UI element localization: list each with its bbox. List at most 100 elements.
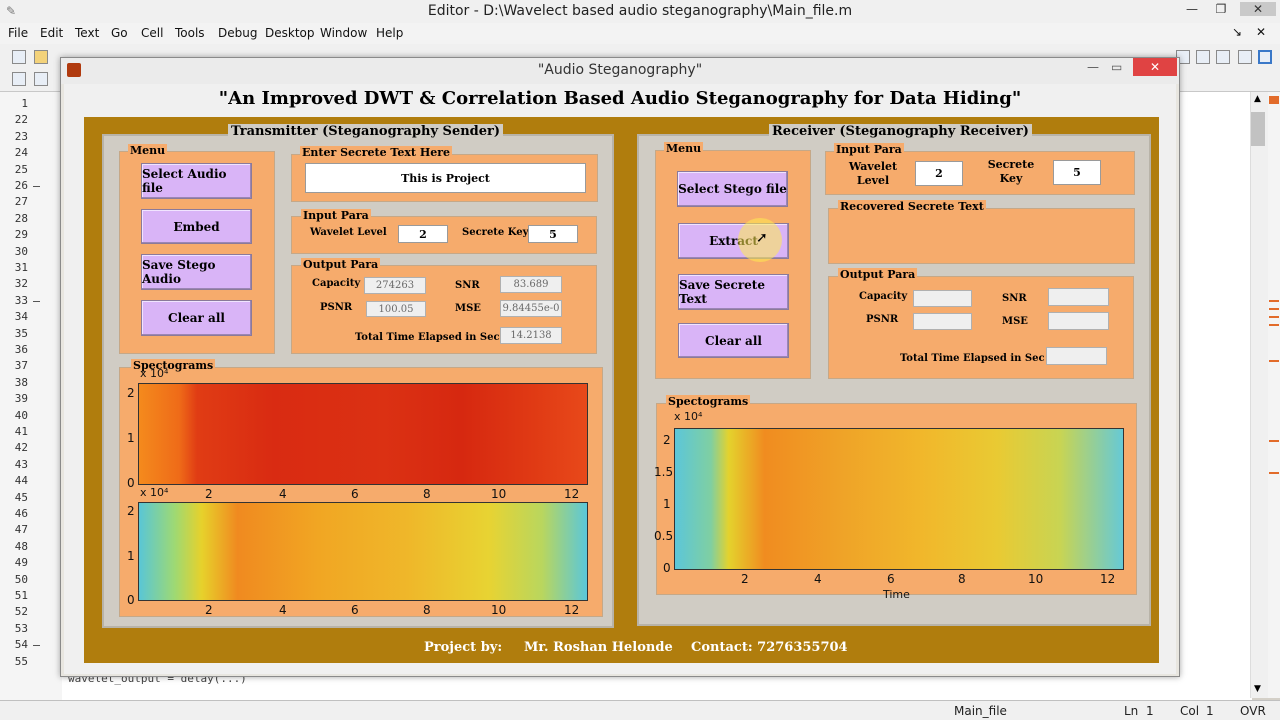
breakpoint-dash[interactable] bbox=[33, 186, 40, 187]
line-number: 29 bbox=[14, 228, 28, 242]
tx-key-label: Secrete Key bbox=[462, 227, 529, 238]
figure-footer: Project by: Mr. Roshan Helonde Contact: … bbox=[84, 640, 1159, 658]
figure-title: "Audio Steganography" bbox=[537, 62, 703, 78]
rx-spec-ytick: 1.5 bbox=[654, 465, 674, 479]
indent-icon[interactable] bbox=[12, 72, 26, 86]
analyzer-warning-marker[interactable] bbox=[1269, 472, 1279, 474]
menu-desktop[interactable]: Desktop bbox=[265, 26, 315, 40]
status-ln-label: Ln bbox=[1124, 704, 1139, 718]
menu-help[interactable]: Help bbox=[376, 26, 403, 40]
analyzer-warning-marker[interactable] bbox=[1269, 360, 1279, 362]
transmitter-title: Transmitter (Steganography Sender) bbox=[228, 124, 504, 139]
open-file-icon[interactable] bbox=[34, 50, 48, 64]
rx-wavelet-input[interactable]: 2 bbox=[915, 161, 963, 186]
rx-clear-all-button[interactable]: Clear all bbox=[678, 323, 789, 358]
minimize-icon[interactable]: — bbox=[1180, 2, 1204, 16]
select-stego-file-button[interactable]: Select Stego file bbox=[677, 171, 788, 207]
editor-title: Editor - D:\Wavelect based audio stegano… bbox=[427, 3, 853, 19]
tx-spec1-xtick: 10 bbox=[491, 487, 507, 501]
line-number: 46 bbox=[14, 507, 28, 520]
scroll-up-icon[interactable]: ▲ bbox=[1254, 94, 1261, 104]
select-audio-file-button[interactable]: Select Audio file bbox=[141, 163, 252, 199]
menu-window[interactable]: Window bbox=[320, 26, 367, 40]
mouse-pointer-icon: ➚ bbox=[756, 230, 768, 246]
rx-mse-value bbox=[1048, 312, 1109, 330]
tx-spec2-exponent: x 10⁴ bbox=[140, 486, 169, 499]
split-horizontal-icon[interactable] bbox=[1216, 50, 1230, 64]
tx-output-para-title: Output Para bbox=[301, 258, 381, 271]
line-number: 23 bbox=[14, 129, 28, 143]
analyzer-status-icon[interactable] bbox=[1269, 96, 1279, 104]
rx-output-para-title: Output Para bbox=[838, 268, 918, 281]
figure-close-button[interactable]: ✕ bbox=[1133, 58, 1177, 76]
tx-wavelet-input[interactable]: 2 bbox=[398, 225, 448, 243]
line-number: 32 bbox=[14, 277, 28, 291]
vertical-scrollbar[interactable] bbox=[1250, 92, 1268, 698]
menu-file[interactable]: File bbox=[8, 26, 28, 40]
menu-go[interactable]: Go bbox=[111, 26, 128, 40]
new-file-icon[interactable] bbox=[12, 50, 26, 64]
embed-button[interactable]: Embed bbox=[141, 209, 252, 244]
line-number: 31 bbox=[14, 261, 28, 274]
save-secrete-text-button[interactable]: Save Secrete Text bbox=[678, 274, 789, 310]
rx-spectrogram-title: Spectograms bbox=[666, 395, 751, 408]
line-number: 39 bbox=[14, 392, 28, 406]
figure-maximize-icon[interactable]: ▭ bbox=[1111, 60, 1122, 74]
rx-snr-value bbox=[1048, 288, 1109, 306]
rx-time-value bbox=[1046, 347, 1107, 365]
tx-spec2-xtick: 6 bbox=[351, 603, 359, 617]
maximize-doc-icon[interactable] bbox=[1258, 50, 1272, 64]
menu-text[interactable]: Text bbox=[75, 26, 99, 40]
rx-key-input[interactable]: 5 bbox=[1053, 160, 1101, 185]
rx-spec-ytick: 0.5 bbox=[654, 529, 674, 543]
figure-minimize-icon[interactable]: — bbox=[1087, 60, 1099, 74]
line-number: 26 bbox=[14, 179, 28, 192]
split-vertical-icon[interactable] bbox=[1196, 50, 1210, 64]
tx-spec2-xtick: 12 bbox=[564, 603, 580, 617]
rx-mse-label: MSE bbox=[1002, 316, 1028, 327]
analyzer-marker-bar bbox=[1268, 92, 1280, 698]
analyzer-warning-marker[interactable] bbox=[1269, 440, 1279, 442]
tx-spec2-xtick: 10 bbox=[491, 603, 507, 617]
line-number: 40 bbox=[14, 408, 28, 422]
breakpoint-dash[interactable] bbox=[33, 645, 40, 647]
undock-icon[interactable]: ↘ bbox=[1232, 25, 1242, 39]
rx-input-para-title: Input Para bbox=[834, 143, 904, 156]
recovered-text-output bbox=[834, 218, 1128, 258]
line-number: 27 bbox=[14, 195, 28, 209]
comment-icon[interactable] bbox=[34, 72, 48, 86]
float-icon[interactable] bbox=[1238, 50, 1252, 64]
menu-cell[interactable]: Cell bbox=[141, 26, 163, 40]
tx-wavelet-label: Wavelet Level bbox=[310, 227, 387, 238]
analyzer-warning-marker[interactable] bbox=[1269, 308, 1279, 310]
tx-input-para-title: Input Para bbox=[301, 209, 371, 222]
secret-text-input[interactable]: This is Project bbox=[305, 163, 586, 193]
extract-button[interactable]: Extract bbox=[678, 223, 789, 259]
analyzer-warning-marker[interactable] bbox=[1269, 324, 1279, 326]
tx-spec1-xtick: 2 bbox=[205, 487, 213, 501]
line-number: 28 bbox=[14, 211, 28, 225]
maximize-icon[interactable]: ❐ bbox=[1209, 2, 1233, 16]
analyzer-warning-marker[interactable] bbox=[1269, 300, 1279, 302]
tx-key-input[interactable]: 5 bbox=[528, 225, 578, 243]
tx-spec2-xtick: 8 bbox=[423, 603, 431, 617]
recovered-text-title: Recovered Secrete Text bbox=[838, 200, 986, 213]
analyzer-warning-marker[interactable] bbox=[1269, 316, 1279, 318]
rx-spec-xtick: 8 bbox=[958, 572, 966, 586]
rx-spec-ytick: 0 bbox=[663, 561, 671, 575]
scroll-down-icon[interactable]: ▼ bbox=[1254, 684, 1261, 694]
menu-tools[interactable]: Tools bbox=[175, 26, 205, 40]
line-number: 25 bbox=[14, 162, 28, 176]
tx-mse-value: 9.84455e-0 bbox=[500, 300, 562, 317]
status-filename: Main_file bbox=[954, 704, 1007, 718]
tx-clear-all-button[interactable]: Clear all bbox=[141, 300, 252, 336]
rx-spec-xtick: 10 bbox=[1028, 572, 1044, 586]
menu-edit[interactable]: Edit bbox=[40, 26, 63, 40]
save-stego-audio-button[interactable]: Save Stego Audio bbox=[141, 254, 252, 290]
close-icon[interactable]: ✕ bbox=[1240, 2, 1276, 16]
breakpoint-dash[interactable] bbox=[33, 300, 40, 302]
menu-debug[interactable]: Debug bbox=[218, 26, 257, 40]
scrollbar-thumb[interactable] bbox=[1251, 112, 1265, 146]
close-doc-icon[interactable]: ✕ bbox=[1256, 25, 1266, 39]
rx-spec-xtick: 4 bbox=[814, 572, 822, 586]
